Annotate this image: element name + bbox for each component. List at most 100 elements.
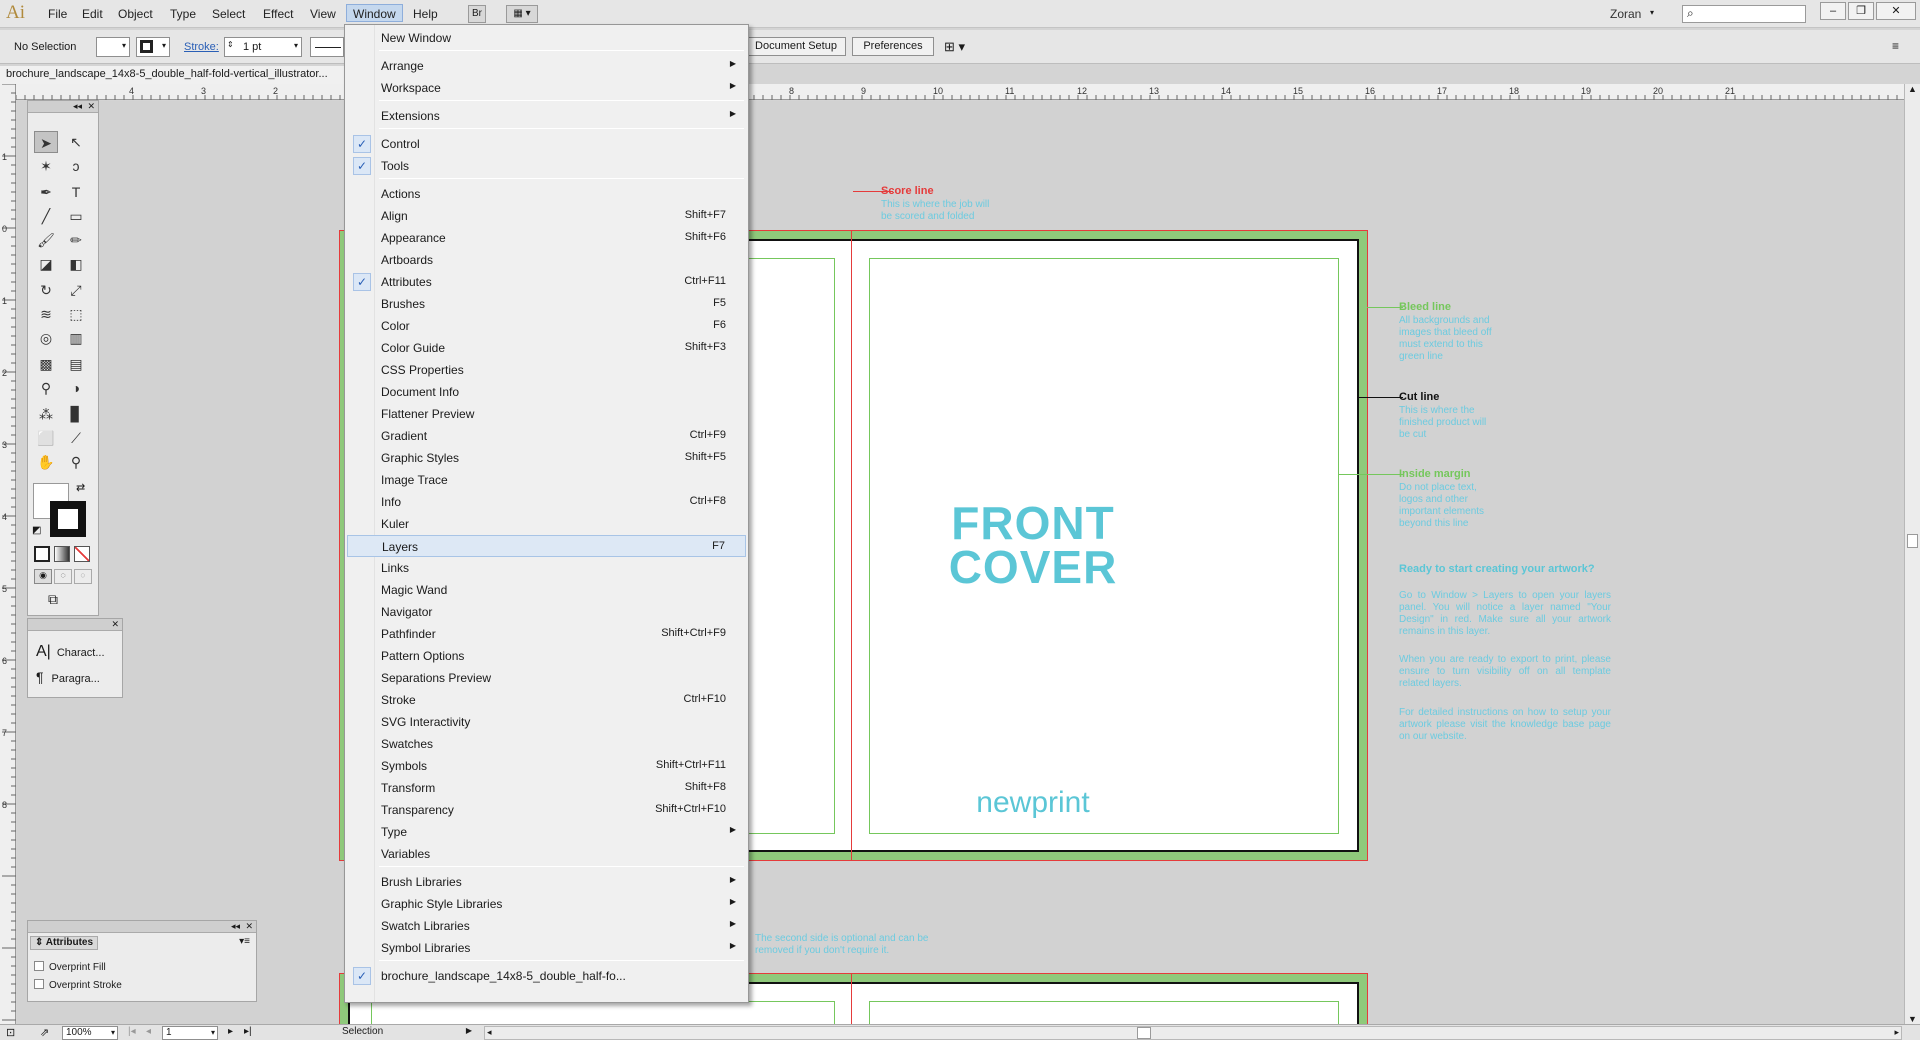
menu-item-transform[interactable]: Transform Shift+F8 [347,777,746,799]
paragraph-panel-button[interactable]: ¶ Paragra... [36,669,100,685]
stepper-icon[interactable]: ⇕ [227,40,234,49]
blend-tool-icon[interactable]: ◑ [64,377,88,399]
menu-item-variables[interactable]: Variables [347,843,746,865]
menu-item-color[interactable]: Color F6 [347,315,746,337]
vertical-scrollbar[interactable]: ▲ ▼ [1904,84,1920,1024]
menu-type[interactable]: Type [164,5,202,23]
magic-wand-tool-icon[interactable]: ✶ [34,155,58,177]
collapse-icon[interactable]: ◂◂ [231,921,240,932]
eyedropper-tool-icon[interactable]: ⚲ [34,377,58,399]
menu-item-navigator[interactable]: Navigator [347,601,746,623]
scroll-down-icon[interactable]: ▼ [1908,1014,1917,1024]
scroll-thumb[interactable] [1137,1027,1151,1039]
last-artboard-icon[interactable]: ▸| [244,1026,252,1037]
attributes-tab[interactable]: ⇕ Attributes [30,936,98,950]
zoom-tool-icon[interactable]: ⚲ [64,451,88,473]
free-transform-tool-icon[interactable]: ⬚ [64,303,88,325]
color-mode-icon[interactable] [34,546,50,562]
menu-item-arrange[interactable]: Arrange ▶ [347,55,746,77]
menu-item-pattern-options[interactable]: Pattern Options [347,645,746,667]
menu-item-brushes[interactable]: Brushes F5 [347,293,746,315]
scroll-thumb[interactable] [1907,534,1918,548]
menu-item-separations-preview[interactable]: Separations Preview [347,667,746,689]
zoom-field[interactable]: 100% ▾ [62,1026,118,1040]
search-input[interactable]: ⌕ [1682,5,1806,23]
menu-help[interactable]: Help [407,5,444,23]
stroke-profile-select[interactable] [310,37,344,57]
artboard-tool-icon[interactable]: ⬜ [34,427,58,449]
previous-artboard-icon[interactable]: ◂ [146,1026,151,1037]
menu-item-actions[interactable]: Actions [347,183,746,205]
rectangle-tool-icon[interactable]: ▭ [64,205,88,227]
pencil-tool-icon[interactable]: ✏ [64,229,88,251]
tools-panel-header[interactable]: ◂◂ ✕ [28,101,98,113]
close-button[interactable]: ✕ [1876,2,1916,20]
menu-item-layers[interactable]: Layers F7 [347,535,746,557]
preferences-button[interactable]: Preferences [852,37,934,56]
fill-swatch[interactable]: ▾ [96,37,130,57]
artboard-canvas[interactable]: FRONT COVER newprint Score line This is … [17,101,1904,1024]
menu-item-swatches[interactable]: Swatches [347,733,746,755]
menu-item-color-guide[interactable]: Color Guide Shift+F3 [347,337,746,359]
collapse-icon[interactable]: ◂◂ [73,101,82,112]
line-tool-icon[interactable]: ╱ [34,205,58,227]
overprint-fill-checkbox[interactable] [34,961,44,971]
arrange-icon[interactable]: ⊞ ▾ [944,39,965,55]
horizontal-scrollbar[interactable]: ◂ ▸ [484,1026,1902,1040]
menu-item-image-trace[interactable]: Image Trace [347,469,746,491]
menu-item-svg-interactivity[interactable]: SVG Interactivity [347,711,746,733]
hand-tool-icon[interactable]: ✋ [34,451,58,473]
type-tool-icon[interactable]: T [64,181,88,203]
menu-item-pathfinder[interactable]: Pathfinder Shift+Ctrl+F9 [347,623,746,645]
rotate-tool-icon[interactable]: ↻ [34,279,58,301]
panel-header[interactable]: ✕ [28,619,122,631]
menu-object[interactable]: Object [112,5,159,23]
menu-window[interactable]: Window [346,4,403,22]
pen-tool-icon[interactable]: ✒ [34,181,58,203]
artboard-field[interactable]: 1 ▾ [162,1026,218,1040]
blob-brush-tool-icon[interactable]: ◪ [34,253,58,275]
eraser-tool-icon[interactable]: ◧ [64,253,88,275]
menu-item-symbol-libraries[interactable]: Symbol Libraries ▶ [347,937,746,959]
current-tool-status[interactable]: Selection ▶ [264,1026,474,1040]
share-icon[interactable]: ⇗ [40,1026,49,1039]
menu-edit[interactable]: Edit [76,5,109,23]
paintbrush-tool-icon[interactable]: 🖌 [34,229,58,251]
stroke-label[interactable]: Stroke: [184,41,219,53]
open-document-icon[interactable]: ⊡ [6,1026,15,1039]
stroke-swatch[interactable]: ▾ [136,37,170,57]
menu-item-align[interactable]: Align Shift+F7 [347,205,746,227]
menu-item-stroke[interactable]: Stroke Ctrl+F10 [347,689,746,711]
menu-item-links[interactable]: Links [347,557,746,579]
document-tab[interactable]: brochure_landscape_14x8-5_double_half-fo… [0,66,360,84]
first-artboard-icon[interactable]: |◂ [128,1026,136,1037]
menu-item-attributes[interactable]: ✓ Attributes Ctrl+F11 [347,271,746,293]
scale-tool-icon[interactable]: ⤢ [64,279,88,301]
warp-tool-icon[interactable]: ≋ [34,303,58,325]
overprint-stroke-option[interactable]: Overprint Stroke [34,979,122,991]
panel-menu-icon[interactable]: ▾≡ [239,936,250,947]
screen-mode-icon[interactable]: ⧉ [48,591,58,608]
overprint-fill-option[interactable]: Overprint Fill [34,961,106,973]
menu-item-workspace[interactable]: Workspace ▶ [347,77,746,99]
direct-selection-tool-icon[interactable]: ↖ [64,131,88,153]
menu-item-extensions[interactable]: Extensions ▶ [347,105,746,127]
perspective-grid-tool-icon[interactable]: ▥ [64,327,88,349]
slice-tool-icon[interactable]: ⟋ [64,427,88,449]
draw-behind-icon[interactable]: ◌ [54,569,72,584]
overprint-stroke-checkbox[interactable] [34,979,44,989]
scroll-up-icon[interactable]: ▲ [1908,84,1917,94]
draw-normal-icon[interactable]: ◉ [34,569,52,584]
none-mode-icon[interactable] [74,546,90,562]
next-artboard-icon[interactable]: ▸ [228,1026,233,1037]
menu-item-info[interactable]: Info Ctrl+F8 [347,491,746,513]
scroll-right-icon[interactable]: ▸ [1894,1027,1899,1038]
menu-item-gradient[interactable]: Gradient Ctrl+F9 [347,425,746,447]
graph-tool-icon[interactable]: ▊ [64,403,88,425]
menu-item-new-window[interactable]: New Window [347,27,746,49]
mesh-tool-icon[interactable]: ▩ [34,353,58,375]
menu-item-graphic-styles[interactable]: Graphic Styles Shift+F5 [347,447,746,469]
menu-item-brush-libraries[interactable]: Brush Libraries ▶ [347,871,746,893]
menu-item-appearance[interactable]: Appearance Shift+F6 [347,227,746,249]
menu-item-swatch-libraries[interactable]: Swatch Libraries ▶ [347,915,746,937]
